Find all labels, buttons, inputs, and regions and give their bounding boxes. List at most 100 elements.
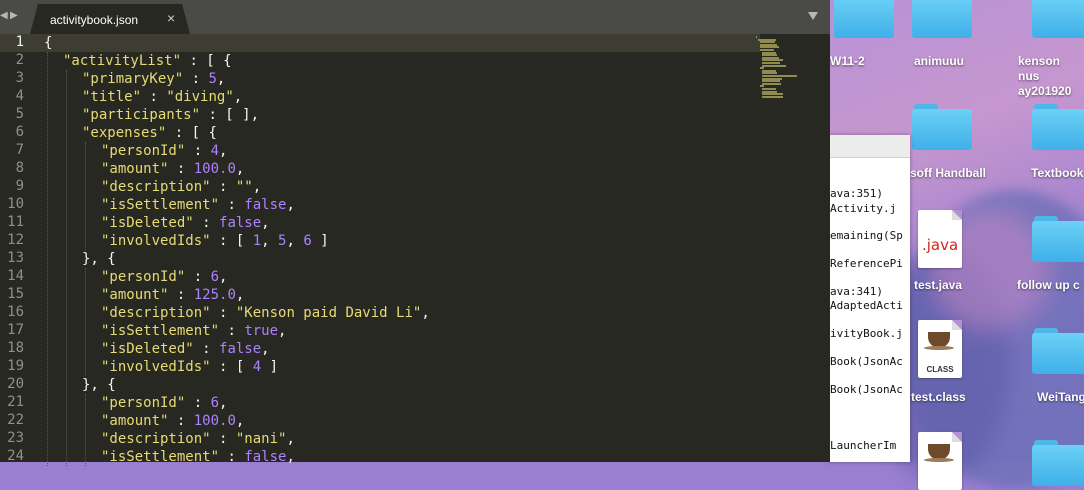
code-line[interactable]: }, { (82, 250, 116, 268)
desktop-item-label[interactable]: follow up c (1017, 278, 1080, 293)
tab-list-dropdown-icon[interactable] (808, 12, 818, 20)
console-line: Book(JsonAc (830, 383, 903, 396)
folder-icon[interactable] (1032, 0, 1084, 38)
nav-back-icon[interactable]: ◀ (0, 10, 10, 22)
console-window[interactable]: ava:351) Activity.j emaining(Sp Referenc… (828, 135, 910, 462)
nav-forward-icon[interactable]: ▶ (10, 10, 20, 22)
folder-icon[interactable] (1032, 328, 1084, 374)
desktop-item-label[interactable]: WeiTang (1037, 390, 1084, 405)
code-line[interactable]: "primaryKey" : 5, (82, 70, 225, 88)
current-line-highlight (0, 34, 760, 52)
code-punctuation: { (44, 35, 53, 51)
desktop-item-label[interactable]: W11-2 (830, 54, 865, 69)
code-line[interactable]: "isDeleted" : false, (101, 340, 270, 358)
line-number: 3 (15, 70, 24, 86)
code-line[interactable]: "description" : "Kenson paid David Li", (101, 304, 430, 322)
folder-icon[interactable] (1032, 440, 1084, 486)
code-line[interactable]: "isDeleted" : false, (101, 214, 270, 232)
code-punctuation: , (261, 233, 279, 249)
line-number: 10 (7, 196, 24, 212)
desktop-item-label[interactable]: kenson nus ay201920 (1018, 54, 1084, 99)
code-line[interactable]: "title" : "diving", (82, 88, 242, 106)
code-punctuation: : (193, 215, 220, 231)
text-editor-window[interactable]: ◀ ▶ activitybook.json × 1 2 3 4 5 6 7 8 9 10 11 12 1… (0, 0, 830, 466)
code-line[interactable]: "activityList" : [ { (63, 52, 232, 70)
desktop-item-label[interactable]: animuuu (914, 54, 964, 69)
code-punctuation: : [ { (181, 53, 232, 69)
minimap-line (756, 36, 757, 38)
code-line[interactable]: "amount" : 125.0, (101, 286, 244, 304)
folder-icon[interactable] (1032, 104, 1084, 150)
code-punctuation: , (278, 323, 287, 339)
code-punctuation: : (168, 161, 194, 177)
code-literal: 100.0 (193, 413, 236, 429)
code-line[interactable]: }, { (82, 376, 116, 394)
desktop-item-label[interactable]: Textbook (1031, 166, 1083, 181)
code-string: "isSettlement" (101, 323, 220, 339)
code-line[interactable]: "amount" : 100.0, (101, 412, 244, 430)
console-line: ReferencePi (830, 257, 903, 270)
code-literal: 1 (252, 233, 262, 249)
code-line[interactable]: "involvedIds" : [ 4 ] (101, 358, 278, 376)
code-punctuation: , (235, 413, 245, 429)
code-line[interactable]: "participants" : [ ], (82, 106, 259, 124)
code-line[interactable]: "involvedIds" : [ 1, 5, 6 ] (101, 232, 329, 250)
code-punctuation: , (286, 197, 295, 213)
code-literal: 6 (210, 395, 220, 411)
line-number: 23 (7, 430, 24, 446)
line-number: 5 (15, 106, 24, 122)
code-line[interactable]: "isSettlement" : true, (101, 322, 286, 340)
code-punctuation: , (252, 179, 262, 195)
line-number: 15 (7, 286, 24, 302)
indent-guide (85, 394, 86, 466)
folder-icon[interactable] (912, 0, 972, 38)
close-icon[interactable]: × (167, 10, 175, 26)
code-line[interactable]: "isSettlement" : false, (101, 448, 295, 466)
minimap[interactable] (756, 36, 804, 104)
code-line[interactable]: "description" : "nani", (101, 430, 295, 448)
folder-icon[interactable] (912, 104, 972, 150)
code-line[interactable]: { (44, 34, 52, 52)
line-number: 7 (15, 142, 24, 158)
line-number: 22 (7, 412, 24, 428)
code-punctuation: , (219, 143, 228, 159)
code-string: "expenses" (82, 125, 167, 141)
line-number: 17 (7, 322, 24, 338)
class-file-icon[interactable]: CLASS (918, 320, 962, 378)
console-line: Book(JsonAc (830, 355, 903, 368)
code-line[interactable]: "personId" : 6, (101, 268, 227, 286)
code-punctuation: , (219, 395, 228, 411)
folder-icon[interactable] (1032, 216, 1084, 262)
folder-icon[interactable] (834, 0, 894, 38)
tab-bar: ◀ ▶ activitybook.json × (0, 0, 830, 34)
line-number: 8 (15, 160, 24, 176)
code-line[interactable]: "description" : "", (101, 178, 261, 196)
console-line: ava:341) (830, 285, 883, 298)
console-titlebar[interactable] (828, 135, 910, 158)
code-punctuation: , (233, 89, 243, 105)
line-number: 6 (15, 124, 24, 140)
class-file-icon[interactable] (918, 432, 962, 490)
desktop-item-label[interactable]: test.class (911, 390, 966, 405)
code-string: "isSettlement" (101, 449, 220, 465)
code-punctuation: , (421, 305, 430, 321)
console-line: ava:351) (830, 187, 883, 200)
tab-activitybook-json[interactable]: activitybook.json × (30, 4, 190, 34)
java-cup-icon (924, 332, 954, 350)
code-line[interactable]: "isSettlement" : false, (101, 196, 295, 214)
code-line[interactable]: "amount" : 100.0, (101, 160, 244, 178)
code-punctuation: : [ ], (200, 107, 260, 123)
code-string: "Kenson paid David Li" (235, 305, 422, 321)
code-punctuation: : (210, 431, 236, 447)
minimap-line (762, 64, 787, 67)
code-line[interactable]: "expenses" : [ { (82, 124, 217, 142)
code-line[interactable]: "personId" : 4, (101, 142, 227, 160)
java-file-icon[interactable]: .java (918, 210, 962, 268)
code-literal: 6 (303, 233, 312, 249)
code-line[interactable]: "personId" : 6, (101, 394, 227, 412)
code-string: "isDeleted" (101, 215, 194, 231)
line-number: 4 (15, 88, 24, 104)
desktop-item-label[interactable]: soff Handball (910, 166, 986, 181)
code-punctuation: }, { (82, 251, 116, 267)
desktop-item-label[interactable]: test.java (914, 278, 962, 293)
